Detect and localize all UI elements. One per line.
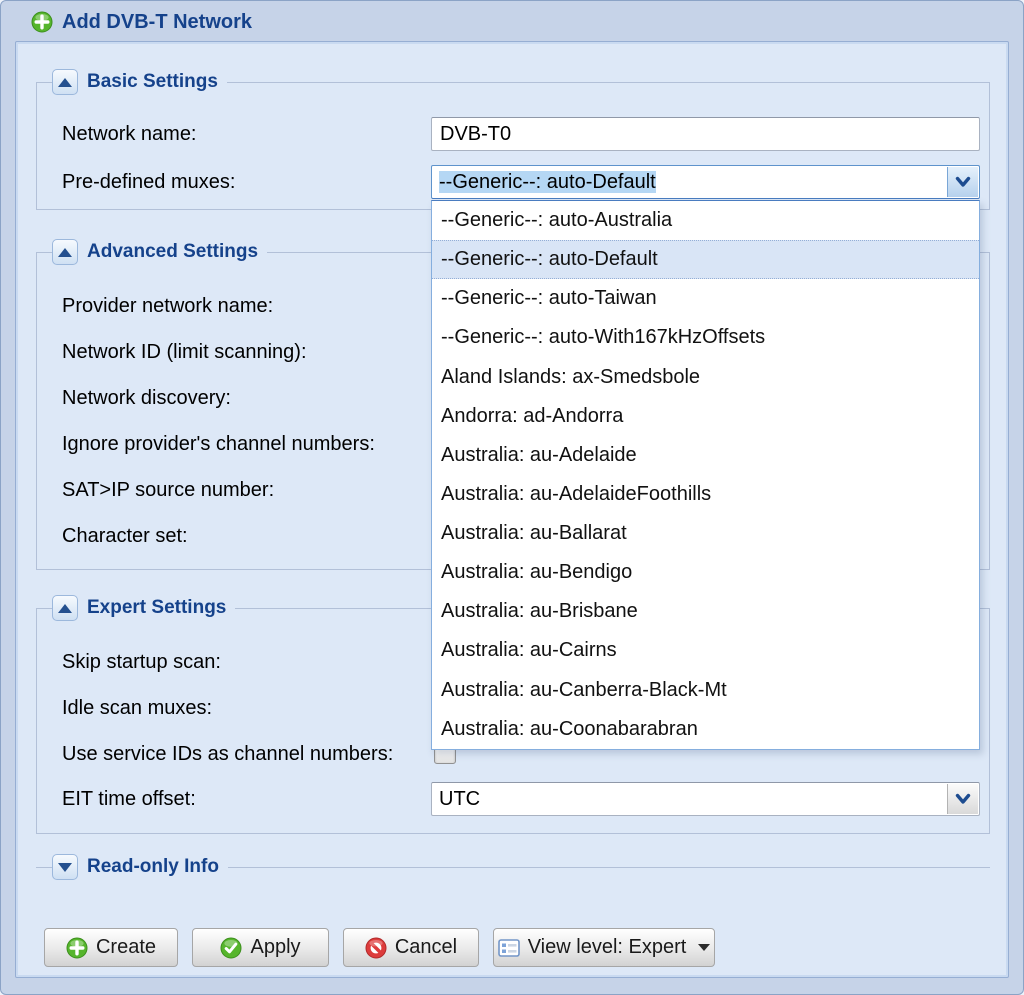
network-name-input[interactable]: DVB-T0 — [431, 117, 980, 151]
create-button[interactable]: Create — [44, 928, 178, 967]
chevron-down-icon — [954, 175, 972, 189]
network-name-label: Network name: — [62, 117, 197, 151]
dropdown-option[interactable]: --Generic--: auto-With167kHzOffsets — [432, 318, 979, 357]
apply-button-label: Apply — [250, 936, 300, 959]
predefined-muxes-combobox[interactable]: --Generic--: auto-Default — [431, 165, 980, 199]
legend-line — [36, 82, 52, 83]
dropdown-option[interactable]: Aland Islands: ax-Smedsbole — [432, 358, 979, 397]
view-detail-icon — [498, 938, 520, 958]
legend-line — [228, 867, 990, 868]
dropdown-option[interactable]: Australia: au-Coonabarabran — [432, 710, 979, 749]
footer-toolbar: Create Apply Cancel — [44, 928, 715, 967]
dialog-title: Add DVB-T Network — [62, 11, 252, 34]
check-icon — [220, 937, 242, 959]
apply-button[interactable]: Apply — [192, 928, 329, 967]
legend-line — [36, 867, 52, 868]
cancel-button[interactable]: Cancel — [343, 928, 479, 967]
legend-line — [36, 608, 52, 609]
basic-settings-title: Basic Settings — [78, 71, 227, 93]
dropdown-option[interactable]: Australia: au-Brisbane — [432, 592, 979, 631]
expand-readonly-button[interactable] — [52, 854, 78, 880]
dropdown-option[interactable]: Australia: au-Canberra-Black-Mt — [432, 671, 979, 710]
collapse-basic-button[interactable] — [52, 69, 78, 95]
dropdown-option[interactable]: Australia: au-Cairns — [432, 631, 979, 670]
readonly-info-title: Read-only Info — [78, 856, 228, 878]
form-panel: Basic Settings Network name: DVB-T0 Pre-… — [15, 41, 1009, 978]
basic-settings-fieldset: Basic Settings Network name: DVB-T0 Pre-… — [36, 69, 990, 210]
eit-time-offset-combobox[interactable]: UTC — [431, 782, 980, 816]
add-icon — [66, 937, 88, 959]
view-level-button[interactable]: View level: Expert — [493, 928, 715, 967]
add-icon — [31, 11, 53, 33]
cancel-icon — [365, 937, 387, 959]
chevron-up-icon — [58, 248, 72, 257]
caret-down-icon — [698, 944, 710, 951]
dialog-titlebar: Add DVB-T Network — [31, 9, 252, 35]
collapse-expert-button[interactable] — [52, 595, 78, 621]
chevron-up-icon — [58, 604, 72, 613]
advanced-settings-title: Advanced Settings — [78, 241, 267, 263]
expert-settings-title: Expert Settings — [78, 597, 235, 619]
eit-time-offset-value: UTC — [432, 788, 480, 811]
create-button-label: Create — [96, 936, 156, 959]
dropdown-option[interactable]: Australia: au-Ballarat — [432, 514, 979, 553]
dropdown-option[interactable]: Andorra: ad-Andorra — [432, 397, 979, 436]
network-name-value: DVB-T0 — [440, 123, 511, 146]
dropdown-option[interactable]: Australia: au-AdelaideFoothills — [432, 475, 979, 514]
eit-time-offset-trigger-button[interactable] — [947, 784, 978, 814]
dropdown-option[interactable]: --Generic--: auto-Default — [432, 240, 979, 279]
predefined-muxes-label: Pre-defined muxes: — [62, 165, 235, 199]
dropdown-option[interactable]: --Generic--: auto-Australia — [432, 201, 979, 240]
readonly-info-fieldset: Read-only Info — [36, 854, 990, 880]
chevron-down-icon — [954, 792, 972, 806]
eit-time-offset-label: EIT time offset: — [62, 782, 196, 816]
muxes-dropdown-list: --Generic--: auto-Australia--Generic--: … — [431, 200, 980, 750]
dropdown-option[interactable]: --Generic--: auto-Taiwan — [432, 279, 979, 318]
dropdown-option[interactable]: Australia: au-Adelaide — [432, 436, 979, 475]
dropdown-option[interactable]: Australia: au-Bendigo — [432, 553, 979, 592]
chevron-down-icon — [58, 863, 72, 872]
predefined-muxes-trigger-button[interactable] — [947, 167, 978, 197]
cancel-button-label: Cancel — [395, 936, 457, 959]
legend-line — [36, 252, 52, 253]
legend-line — [227, 82, 990, 83]
predefined-muxes-value: --Generic--: auto-Default — [439, 171, 656, 193]
collapse-advanced-button[interactable] — [52, 239, 78, 265]
add-dvbt-network-dialog: Add DVB-T Network Basic Settings Network… — [0, 0, 1024, 995]
chevron-up-icon — [58, 78, 72, 87]
view-level-button-label: View level: Expert — [528, 936, 687, 959]
